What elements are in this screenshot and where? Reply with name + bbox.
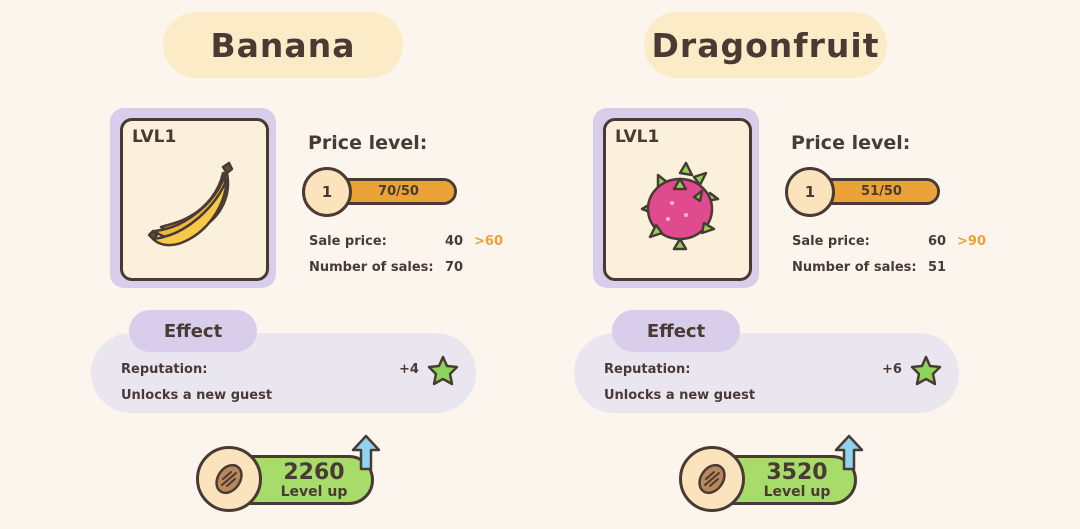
sale-price-label: Sale price:	[792, 234, 870, 249]
price-level-progress-bar: 51/50	[823, 178, 940, 205]
sale-price-value: 40	[445, 234, 464, 249]
banana-icon	[147, 161, 234, 247]
effect-heading: Effect	[612, 310, 740, 352]
level-up-label: Level up	[763, 484, 831, 500]
unlock-guest-text: Unlocks a new guest	[604, 388, 756, 403]
level-up-label: Level up	[280, 484, 348, 500]
fruit-portrait: LVL1	[603, 118, 752, 281]
reputation-label: Reputation:	[121, 362, 208, 377]
cost-badge	[196, 446, 262, 512]
cost-badge	[679, 446, 745, 512]
fruit-portrait-frame: LVL1	[110, 108, 276, 288]
price-level-badge: 1	[785, 167, 835, 217]
reputation-value: +6	[882, 362, 902, 377]
sale-price-next: >90	[957, 234, 986, 249]
sale-price-next: >60	[474, 234, 503, 249]
number-of-sales-label: Number of sales:	[792, 260, 917, 275]
fruit-level-label: LVL1	[615, 127, 660, 147]
seed-icon	[698, 463, 726, 495]
fruit-card-banana: Banana LVL1 Price level: 70/50 1 Sale pr…	[88, 0, 503, 529]
level-up-button[interactable]: 2260 Level up	[196, 434, 381, 512]
price-level-label: Price level:	[791, 132, 911, 154]
seed-icon	[215, 463, 243, 495]
number-of-sales-value: 70	[445, 260, 464, 275]
fruit-portrait: LVL1	[120, 118, 269, 281]
level-up-cost: 3520	[766, 460, 828, 485]
effect-heading: Effect	[129, 310, 257, 352]
reputation-label: Reputation:	[604, 362, 691, 377]
up-arrow-icon	[351, 434, 381, 471]
up-arrow-icon	[834, 434, 864, 471]
level-up-button[interactable]: 3520 Level up	[679, 434, 864, 512]
progress-text: 70/50	[378, 184, 419, 199]
number-of-sales-value: 51	[928, 260, 947, 275]
fruit-card-dragonfruit: Dragonfruit LVL1 Price level: 51/50 1 Sa…	[571, 0, 986, 529]
star-icon	[910, 355, 942, 386]
fruit-title: Banana	[163, 12, 403, 78]
star-icon	[427, 355, 459, 386]
price-level-progress-bar: 70/50	[340, 178, 457, 205]
progress-text: 51/50	[861, 184, 902, 199]
unlock-guest-text: Unlocks a new guest	[121, 388, 273, 403]
reputation-value: +4	[399, 362, 419, 377]
level-up-cost: 2260	[283, 460, 345, 485]
fruit-title: Dragonfruit	[644, 12, 887, 78]
fruit-portrait-frame: LVL1	[593, 108, 759, 288]
number-of-sales-label: Number of sales:	[309, 260, 434, 275]
price-level-label: Price level:	[308, 132, 428, 154]
price-level-badge: 1	[302, 167, 352, 217]
dragonfruit-icon	[640, 161, 720, 251]
fruit-level-label: LVL1	[132, 127, 177, 147]
sale-price-value: 60	[928, 234, 947, 249]
sale-price-label: Sale price:	[309, 234, 387, 249]
